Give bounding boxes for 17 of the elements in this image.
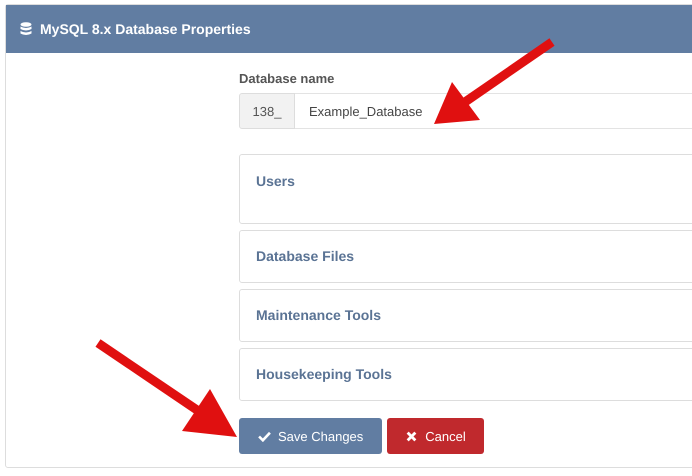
section-title: Housekeeping Tools [256,366,392,382]
section-card[interactable]: Housekeeping Tools [239,348,692,401]
save-button[interactable]: Save Changes [239,418,382,454]
section-title: Users [256,173,295,189]
cancel-button[interactable]: Cancel [387,418,484,454]
section-title: Database Files [256,248,354,264]
database-icon [20,22,32,36]
field-label: Database name [239,71,336,86]
section-card[interactable]: Maintenance Tools [239,289,692,342]
section-card[interactable]: Users [239,154,692,224]
checkmark-icon [258,430,271,442]
close-icon [405,430,418,442]
prefix-addon: 138_ [239,93,295,129]
panel-title: MySQL 8.x Database Properties [40,21,251,37]
section-card[interactable]: Database Files [239,230,692,283]
input-field[interactable]: Example_Database [295,93,692,129]
section-title: Maintenance Tools [256,307,381,323]
